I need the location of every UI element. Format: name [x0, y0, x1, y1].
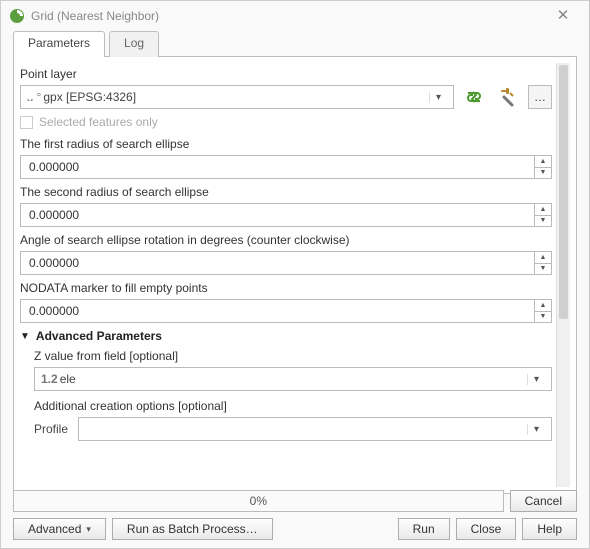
run-button[interactable]: Run: [398, 518, 450, 540]
advanced-parameters-label: Advanced Parameters: [36, 329, 162, 343]
point-layer-combo[interactable]: ᎑ ° gpx [EPSG:4326] ▾: [20, 85, 454, 109]
advanced-parameters-body: Z value from field [optional] 1.2 ele ▾ …: [34, 349, 552, 441]
radius2-input[interactable]: ▲▼: [20, 203, 552, 227]
vector-point-icon: ᎑ °: [27, 89, 41, 105]
dialog-window: Grid (Nearest Neighbor) ✕ Parameters Log…: [0, 0, 590, 549]
angle-stepper[interactable]: ▲▼: [534, 252, 551, 274]
radius1-label: The first radius of search ellipse: [20, 137, 552, 151]
angle-field[interactable]: [27, 255, 545, 271]
radius1-field[interactable]: [27, 159, 545, 175]
footer: 0% Cancel Advanced Run as Batch Process……: [13, 484, 577, 540]
dialog-body: Parameters Log Point layer ᎑ ° gpx [EPSG…: [13, 31, 577, 494]
vertical-scrollbar[interactable]: [556, 63, 570, 487]
run-as-batch-button[interactable]: Run as Batch Process…: [112, 518, 273, 540]
addopt-label: Additional creation options [optional]: [34, 399, 552, 413]
progress-text: 0%: [250, 494, 267, 508]
chevron-down-icon: ▾: [527, 374, 545, 385]
radius1-stepper[interactable]: ▲▼: [534, 156, 551, 178]
window-title: Grid (Nearest Neighbor): [31, 9, 545, 23]
title-bar: Grid (Nearest Neighbor) ✕: [1, 1, 589, 31]
chevron-down-icon: ▾: [527, 424, 545, 435]
selected-features-only-label: Selected features only: [39, 115, 158, 129]
angle-input[interactable]: ▲▼: [20, 251, 552, 275]
profile-combo[interactable]: ▾: [78, 417, 552, 441]
iterate-features-button[interactable]: [460, 85, 488, 109]
radius1-input[interactable]: ▲▼: [20, 155, 552, 179]
advanced-options-button[interactable]: [494, 85, 522, 109]
tab-parameters[interactable]: Parameters: [13, 31, 105, 57]
browse-layer-button[interactable]: …: [528, 85, 552, 109]
zfield-combo[interactable]: 1.2 ele ▾: [34, 367, 552, 391]
close-icon[interactable]: ✕: [545, 1, 581, 31]
parameters-pane: Point layer ᎑ ° gpx [EPSG:4326] ▾: [13, 56, 577, 494]
point-layer-label: Point layer: [20, 67, 552, 81]
advanced-menu-button[interactable]: Advanced: [13, 518, 106, 540]
tab-bar: Parameters Log: [13, 31, 577, 57]
zfield-value: ele: [60, 372, 76, 386]
numeric-field-icon: 1.2: [41, 372, 58, 386]
chevron-down-icon: ▾: [429, 92, 447, 103]
chevron-down-icon: ▼: [20, 331, 30, 342]
selected-features-only-checkbox: Selected features only: [20, 115, 552, 129]
nodata-label: NODATA marker to fill empty points: [20, 281, 552, 295]
advanced-parameters-toggle[interactable]: ▼ Advanced Parameters: [20, 329, 552, 343]
radius2-field[interactable]: [27, 207, 545, 223]
nodata-stepper[interactable]: ▲▼: [534, 300, 551, 322]
point-layer-value: gpx [EPSG:4326]: [43, 90, 136, 104]
progress-bar: 0%: [13, 490, 504, 512]
help-button[interactable]: Help: [522, 518, 577, 540]
nodata-field[interactable]: [27, 303, 545, 319]
radius2-label: The second radius of search ellipse: [20, 185, 552, 199]
checkbox-icon: [20, 116, 33, 129]
scrollbar-thumb[interactable]: [559, 65, 568, 319]
scroll-area: Point layer ᎑ ° gpx [EPSG:4326] ▾: [20, 63, 570, 487]
radius2-stepper[interactable]: ▲▼: [534, 204, 551, 226]
tab-log[interactable]: Log: [109, 31, 159, 57]
zfield-label: Z value from field [optional]: [34, 349, 552, 363]
cancel-button[interactable]: Cancel: [510, 490, 577, 512]
angle-label: Angle of search ellipse rotation in degr…: [20, 233, 552, 247]
nodata-input[interactable]: ▲▼: [20, 299, 552, 323]
app-icon: [9, 8, 25, 24]
close-button[interactable]: Close: [456, 518, 517, 540]
profile-label: Profile: [34, 422, 72, 436]
